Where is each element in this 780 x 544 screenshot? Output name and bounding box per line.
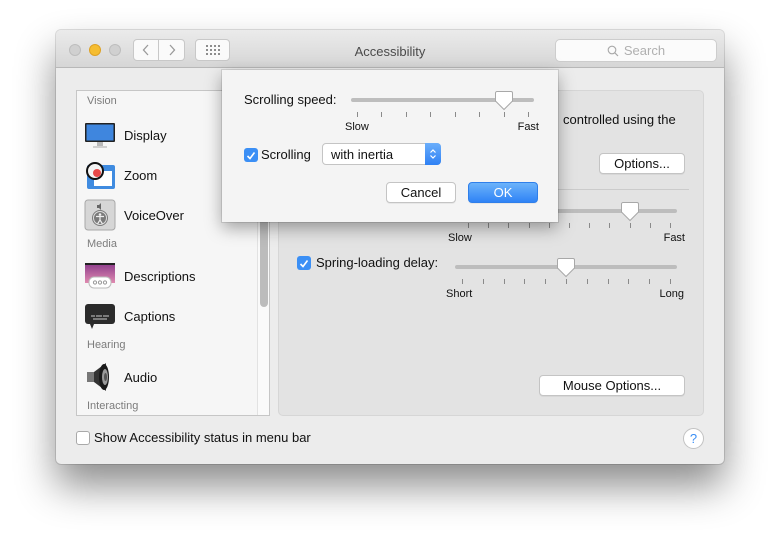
show-status-label: Show Accessibility status in menu bar — [94, 430, 311, 445]
slider-tick — [628, 279, 630, 284]
scrolling-mode-popup[interactable]: with inertia — [322, 143, 441, 165]
slider-tick — [548, 223, 550, 228]
sidebar-item-descriptions[interactable]: Descriptions — [84, 258, 196, 294]
slider-tick — [381, 112, 383, 117]
slider-min-label: Slow — [345, 121, 369, 133]
slider-tick — [468, 223, 469, 228]
checkmark-icon — [246, 151, 256, 160]
scrolling-speed-slider[interactable]: Slow Fast — [345, 90, 539, 133]
scrollbar-thumb[interactable] — [260, 211, 268, 307]
sidebar-item-audio[interactable]: Audio — [84, 359, 157, 395]
voiceover-icon — [84, 199, 116, 231]
scrolling-label: Scrolling — [261, 147, 311, 162]
sidebar-header-vision: Vision — [87, 95, 117, 107]
sidebar-header-media: Media — [87, 238, 117, 250]
slider-tick — [524, 279, 526, 284]
slider-tick — [488, 223, 490, 228]
panel-description: controlled using the — [563, 112, 676, 127]
show-status-checkbox[interactable] — [76, 431, 90, 445]
scrolling-speed-label: Scrolling speed: — [244, 92, 337, 107]
sidebar-header-hearing: Hearing — [87, 339, 126, 351]
up-down-arrows-icon — [425, 143, 441, 165]
slider-tick — [503, 279, 505, 284]
descriptions-icon — [84, 260, 116, 292]
checkmark-icon — [299, 259, 309, 268]
slider-tick — [528, 112, 529, 117]
slider-tick — [430, 112, 432, 117]
slider-tick — [569, 223, 570, 228]
slider-max-label: Long — [659, 288, 684, 300]
slider-tick — [586, 279, 588, 284]
sidebar-item-label: VoiceOver — [124, 207, 184, 223]
slider-tick — [670, 223, 671, 228]
search-field[interactable]: Search — [555, 39, 717, 62]
sidebar-item-label: Zoom — [124, 167, 158, 183]
search-icon — [607, 45, 619, 56]
slider-thumb[interactable] — [494, 90, 513, 111]
mouse-options-button[interactable]: Mouse Options... — [539, 375, 685, 396]
slider-tick — [607, 279, 609, 284]
slider-tick — [454, 112, 456, 117]
search-placeholder: Search — [623, 43, 666, 58]
slider-thumb[interactable] — [557, 257, 575, 278]
zoom-icon — [84, 159, 116, 191]
sidebar-item-captions[interactable]: Captions — [84, 298, 175, 334]
spring-loading-checkbox[interactable] — [297, 256, 311, 270]
spring-loading-label: Spring-loading delay: — [316, 255, 439, 270]
slider-tick — [508, 223, 510, 228]
sidebar-item-display[interactable]: Display — [84, 117, 167, 153]
scrolling-options-sheet: Scrolling speed: Slow Fast Scrolling wit… — [222, 70, 558, 222]
sidebar-item-label: Audio — [124, 369, 158, 385]
sidebar-item-voiceover[interactable]: VoiceOver — [84, 197, 184, 233]
captions-icon — [84, 300, 116, 332]
spring-loading-delay-slider[interactable]: Short Long — [446, 257, 684, 300]
slider-tick — [357, 112, 358, 117]
scrolling-checkbox[interactable] — [244, 148, 258, 162]
scrolling-mode-value: with inertia — [331, 146, 394, 162]
slider-tick — [649, 279, 651, 284]
slider-tick — [479, 112, 481, 117]
ok-button[interactable]: OK — [468, 182, 538, 203]
slider-min-label: Short — [446, 288, 473, 300]
slider-tick — [462, 279, 463, 284]
help-button[interactable]: ? — [683, 428, 704, 449]
sidebar-item-zoom[interactable]: Zoom — [84, 157, 157, 193]
sidebar-item-label: Display — [124, 127, 167, 143]
slider-thumb[interactable] — [620, 201, 639, 222]
accessibility-window: Accessibility Search Vision Display Zoom… — [56, 30, 724, 464]
slider-tick — [649, 223, 651, 228]
audio-icon — [84, 361, 116, 393]
slider-max-label: Fast — [517, 121, 539, 133]
slider-min-label: Slow — [448, 232, 472, 244]
display-icon — [84, 119, 116, 151]
slider-tick — [405, 112, 407, 117]
cancel-button[interactable]: Cancel — [386, 182, 456, 203]
slider-tick — [528, 223, 530, 228]
slider-tick — [670, 279, 671, 284]
slider-tick — [566, 279, 567, 284]
title-bar: Accessibility Search — [56, 30, 724, 68]
slider-max-label: Fast — [663, 232, 685, 244]
slider-tick — [503, 112, 505, 117]
sidebar-item-label: Descriptions — [124, 268, 196, 284]
sidebar-header-interacting: Interacting — [87, 400, 139, 412]
sidebar-item-label: Captions — [124, 308, 176, 324]
slider-tick — [545, 279, 547, 284]
slider-tick — [609, 223, 611, 228]
slider-tick — [629, 223, 631, 228]
slider-tick — [589, 223, 591, 228]
options-button[interactable]: Options... — [599, 153, 685, 174]
slider-tick — [482, 279, 484, 284]
